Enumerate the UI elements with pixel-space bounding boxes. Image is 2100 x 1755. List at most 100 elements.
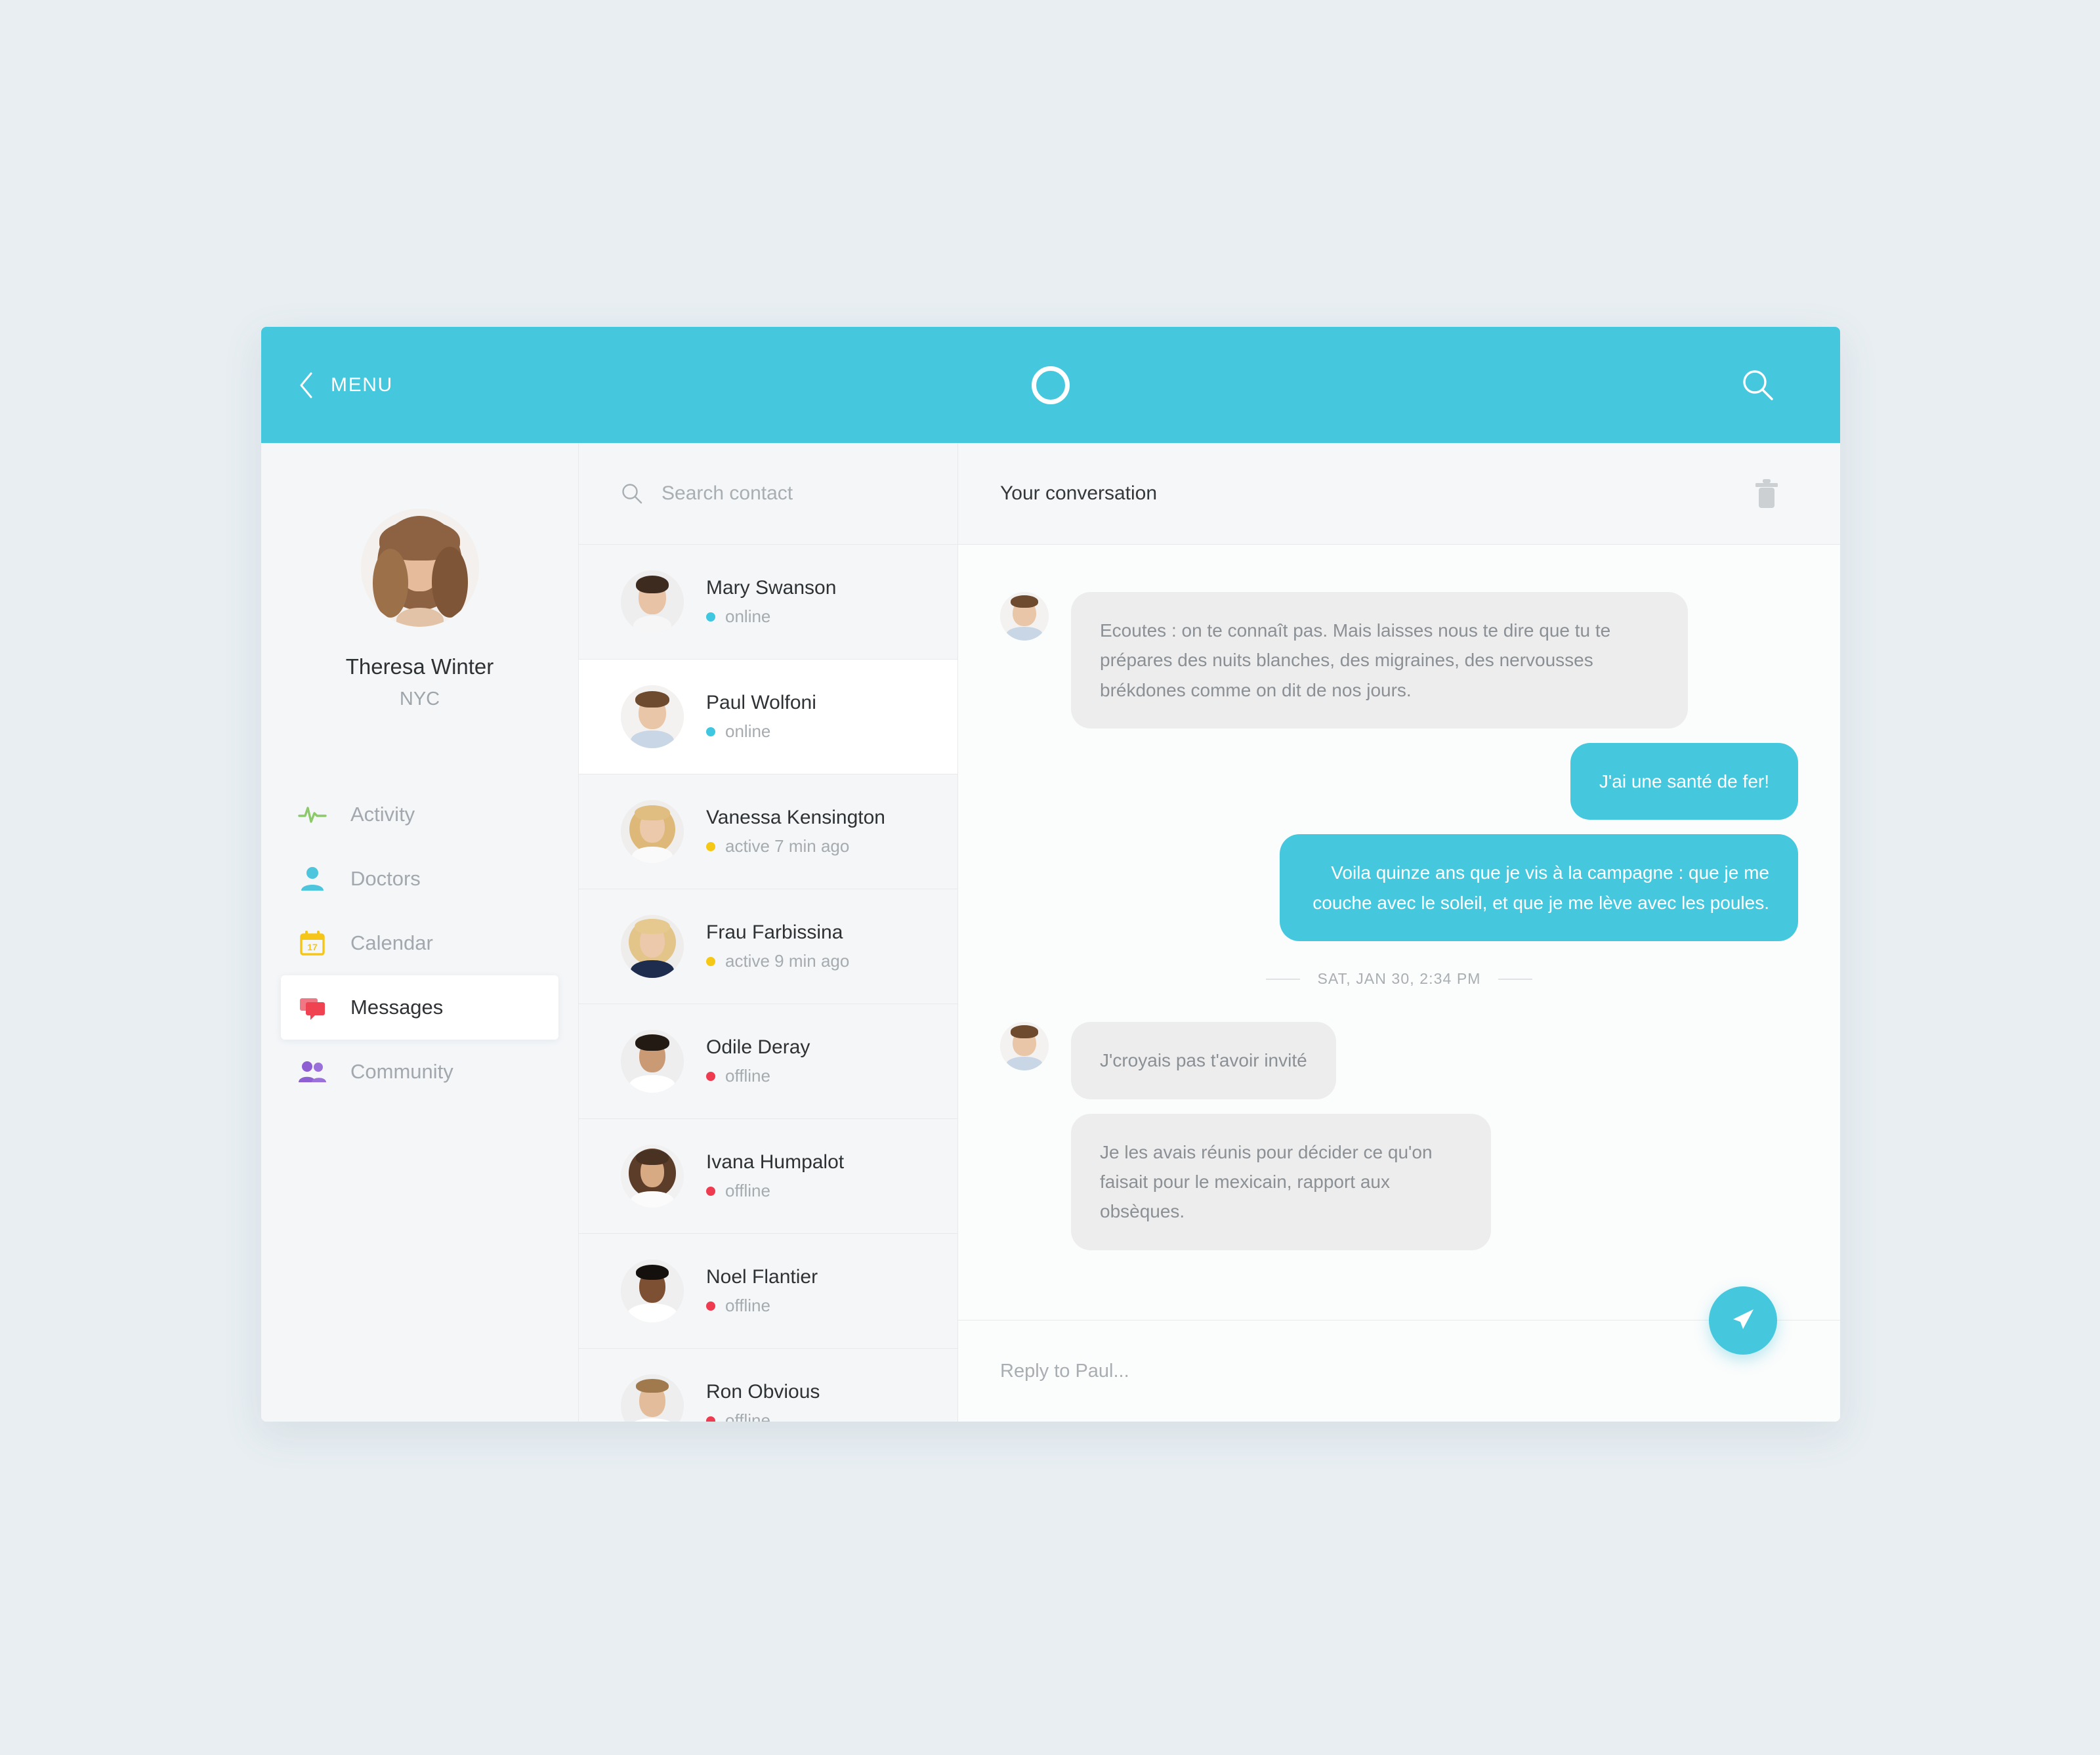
status-badge: active 7 min ago — [706, 836, 885, 856]
contact-name: Ivana Humpalot — [706, 1151, 845, 1173]
circle-logo-icon — [1032, 366, 1070, 404]
reply-placeholder: Reply to Paul... — [1000, 1360, 1129, 1382]
list-item[interactable]: Vanessa Kensington active 7 min ago — [579, 774, 957, 889]
avatar — [1000, 1022, 1049, 1071]
divider-line — [1498, 978, 1532, 980]
sidebar-nav: Activity Doctors 17 Calendar Messages Co… — [261, 782, 578, 1104]
message-row: J'croyais pas t'avoir invité — [1000, 1022, 1798, 1099]
message-bubble: Je les avais réunis pour décider ce qu'o… — [1071, 1113, 1491, 1250]
sidebar-item-doctors[interactable]: Doctors — [281, 847, 558, 911]
date-label: SAT, JAN 30, 2:34 PM — [1317, 970, 1481, 988]
status-badge: active 9 min ago — [706, 951, 849, 971]
message-row: Ecoutes : on te connaît pas. Mais laisse… — [1000, 592, 1798, 729]
status-dot — [706, 841, 715, 851]
message-row: J'ai une santé de fer! — [1000, 743, 1798, 820]
contact-name: Ron Obvious — [706, 1381, 820, 1403]
top-bar: MENU — [261, 327, 1840, 443]
people-group-icon — [298, 1057, 327, 1086]
trash-icon[interactable] — [1754, 478, 1780, 509]
message-bubble: Ecoutes : on te connaît pas. Mais laisse… — [1071, 592, 1688, 729]
avatar — [621, 915, 684, 978]
message-bubble: Voila quinze ans que je vis à la campagn… — [1280, 834, 1798, 942]
list-item[interactable]: Noel Flantier offline — [579, 1234, 957, 1349]
message-bubble: J'ai une santé de fer! — [1570, 743, 1798, 820]
status-label: offline — [725, 1410, 770, 1422]
contact-name: Mary Swanson — [706, 577, 837, 599]
divider-line — [1266, 978, 1301, 980]
status-dot — [706, 727, 715, 736]
message-row: Je les avais réunis pour décider ce qu'o… — [1000, 1113, 1798, 1250]
avatar — [621, 1259, 684, 1322]
contact-name: Vanessa Kensington — [706, 807, 885, 828]
status-dot — [706, 1186, 715, 1196]
status-label: active 7 min ago — [725, 836, 850, 856]
svg-text:17: 17 — [307, 942, 318, 952]
search-icon — [621, 482, 643, 505]
avatar — [621, 1374, 684, 1422]
list-item[interactable]: Paul Wolfoni online — [579, 660, 957, 774]
menu-button[interactable]: MENU — [298, 371, 393, 399]
activity-pulse-icon — [298, 800, 327, 829]
status-label: online — [725, 606, 771, 626]
sidebar-item-label: Calendar — [350, 931, 433, 954]
avatar — [621, 685, 684, 748]
date-separator: SAT, JAN 30, 2:34 PM — [1000, 970, 1798, 988]
avatar — [621, 1145, 684, 1208]
sidebar-item-label: Messages — [350, 996, 444, 1019]
status-label: offline — [725, 1066, 770, 1086]
sidebar-item-calendar[interactable]: 17 Calendar — [281, 911, 558, 975]
contact-name: Noel Flantier — [706, 1266, 818, 1288]
conversation-title: Your conversation — [1000, 482, 1158, 504]
calendar-icon: 17 — [298, 929, 327, 958]
list-item[interactable]: Frau Farbissina active 9 min ago — [579, 889, 957, 1004]
avatar — [621, 800, 684, 863]
message-bubble: J'croyais pas t'avoir invité — [1071, 1022, 1336, 1099]
sidebar-item-activity[interactable]: Activity — [281, 782, 558, 847]
message-thread: Ecoutes : on te connaît pas. Mais laisse… — [958, 545, 1840, 1320]
sidebar-item-community[interactable]: Community — [281, 1040, 558, 1104]
send-button[interactable] — [1709, 1286, 1777, 1355]
status-badge: offline — [706, 1066, 810, 1086]
sidebar-item-label: Activity — [350, 803, 415, 826]
status-label: online — [725, 721, 771, 741]
list-item[interactable]: Odile Deray offline — [579, 1004, 957, 1119]
status-dot — [706, 612, 715, 622]
message-row: Voila quinze ans que je vis à la campagn… — [1000, 834, 1798, 942]
avatar — [360, 509, 479, 627]
sidebar-item-messages[interactable]: Messages — [281, 975, 558, 1040]
status-dot — [706, 1071, 715, 1081]
conversation-header: Your conversation — [958, 443, 1840, 545]
main-content: Theresa Winter NYC Activity Doctors 17 C… — [261, 443, 1840, 1422]
status-badge: offline — [706, 1296, 818, 1316]
contact-name: Frau Farbissina — [706, 921, 843, 943]
status-label: active 9 min ago — [725, 951, 850, 971]
search-icon[interactable] — [1739, 366, 1777, 404]
avatar — [621, 1030, 684, 1093]
sidebar: Theresa Winter NYC Activity Doctors 17 C… — [261, 443, 579, 1422]
status-label: offline — [725, 1181, 770, 1200]
status-badge: offline — [706, 1410, 820, 1422]
status-dot — [706, 1301, 715, 1311]
contact-list[interactable]: Mary Swanson online Paul Wolfoni online … — [579, 545, 957, 1422]
status-dot — [706, 956, 715, 966]
app-window: MENU Theresa Winter NYC Activity Doctors… — [261, 327, 1840, 1422]
reply-input[interactable]: Reply to Paul... — [958, 1286, 1840, 1422]
chat-bubbles-icon — [298, 993, 327, 1022]
sidebar-item-label: Doctors — [350, 867, 421, 890]
list-item[interactable]: Ron Obvious offline — [579, 1349, 957, 1422]
person-icon — [298, 864, 327, 893]
search-placeholder: Search contact — [662, 482, 793, 504]
chevron-left-icon — [298, 371, 314, 399]
list-item[interactable]: Ivana Humpalot offline — [579, 1119, 957, 1234]
contacts-panel: Search contact Mary Swanson online Paul … — [579, 443, 958, 1422]
status-badge: online — [706, 721, 816, 742]
conversation-panel: Your conversation Ecoutes: on te connaî… — [958, 443, 1840, 1422]
sidebar-item-label: Community — [350, 1060, 453, 1083]
avatar — [1000, 592, 1049, 641]
menu-label: MENU — [331, 373, 393, 396]
search-contact-input[interactable]: Search contact — [579, 443, 957, 545]
list-item[interactable]: Mary Swanson online — [579, 545, 957, 660]
send-paper-plane-icon — [1729, 1305, 1757, 1337]
contact-name: Paul Wolfoni — [706, 692, 816, 713]
avatar — [621, 570, 684, 633]
